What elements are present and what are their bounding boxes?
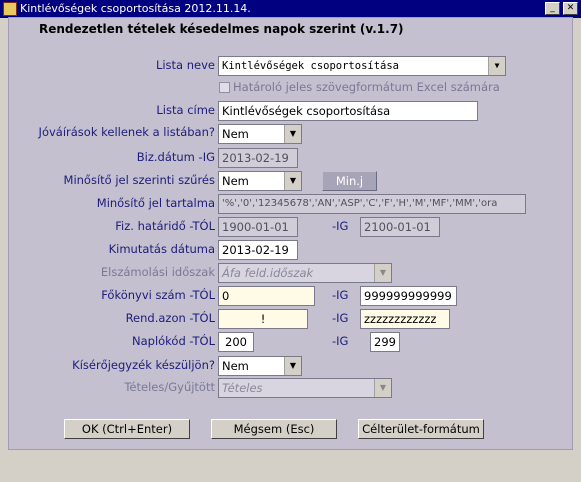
fiz-hatarido-from: 1900-01-01 [218,217,298,237]
minimize-icon[interactable]: _ [545,2,560,15]
fokonyvi-from-input[interactable]: 0 [218,286,315,306]
fiz-hatarido-label: Fiz. határidő -TÓL [115,219,215,233]
kiserojegyzek-select[interactable]: Nem ▼ [218,356,302,376]
rend-azon-to-input[interactable]: zzzzzzzzzzzz [360,309,450,329]
target-format-button[interactable]: Célterület-formátum [358,419,484,439]
teteles-value: Tételes [222,381,263,395]
minosito-szures-value: Nem [222,174,249,188]
app-icon [3,2,17,16]
lista-cime-input[interactable]: Kintlévőségek csoportosítása [218,101,478,121]
teteles-select: Tételes ▼ [218,378,392,398]
cancel-button[interactable]: Mégsem (Esc) [211,419,337,439]
minosito-tartalma-label: Minősítő jel tartalma [96,196,215,210]
app-window: Kintlévőségek csoportosítása 2012.11.14.… [0,0,581,482]
fokonyvi-ig-label: -IG [332,288,349,302]
jovairasok-value: Nem [222,127,249,141]
rend-azon-from-input[interactable]: ! [218,309,308,329]
minosito-tartalma-field: '%','0','12345678','AN','ASP','C','F','H… [218,194,526,214]
chevron-down-icon[interactable]: ▼ [284,125,301,143]
chevron-down-icon[interactable]: ▼ [488,57,505,75]
lista-neve-select[interactable]: Kintlévőségek csoportosítása ▼ [218,56,506,76]
jovairasok-label: Jóváírások kellenek a listában? [38,125,215,139]
teteles-label: Tételes/Gyűjtött [124,380,215,394]
fokonyvi-to-input[interactable]: 999999999999 [360,286,457,306]
chevron-down-icon[interactable]: ▼ [284,357,301,375]
lista-neve-label: Lista neve [155,58,215,72]
elszamolasi-select: Áfa feld.időszak ▼ [218,263,392,283]
elszamolasi-value: Áfa feld.időszak [222,266,314,280]
kiserojegyzek-value: Nem [222,359,249,373]
hatarolo-label: Határoló jeles szövegformátum Excel szám… [233,80,500,94]
elszamolasi-label: Elszámolási időszak [100,265,215,279]
window-title: Kintlévőségek csoportosítása 2012.11.14. [20,2,251,15]
title-bar: Kintlévőségek csoportosítása 2012.11.14.… [0,0,581,18]
kimutatas-datuma-input[interactable]: 2013-02-19 [218,240,298,260]
jovairasok-select[interactable]: Nem ▼ [218,124,302,144]
fiz-hatarido-ig-label: -IG [332,219,349,233]
chevron-down-icon[interactable]: ▼ [284,172,301,190]
naplokod-label: Naplókód -TÓL [132,334,215,348]
min-j-button[interactable]: Min.j [322,171,377,191]
chevron-down-icon: ▼ [374,264,391,282]
kimutatas-datuma-label: Kimutatás dátuma [108,242,215,256]
rend-azon-label: Rend.azon -TÓL [125,311,215,325]
close-icon[interactable]: ✕ [563,2,578,15]
naplokod-ig-label: -IG [332,334,349,348]
minosito-szures-label: Minősítő jel szerinti szűrés [63,173,215,187]
ok-button[interactable]: OK (Ctrl+Enter) [64,419,190,439]
chevron-down-icon: ▼ [374,379,391,397]
biz-datum-label: Biz.dátum -IG [136,150,215,164]
kiserojegyzek-label: Kísérőjegyzék készüljön? [72,358,215,372]
lista-cime-label: Lista címe [156,103,215,117]
form-heading: Rendezetlen tételek késedelmes napok sze… [39,22,404,36]
minosito-szures-select[interactable]: Nem ▼ [218,171,302,191]
lista-neve-value: Kintlévőségek csoportosítása [222,60,400,72]
form-panel: Rendezetlen tételek késedelmes napok sze… [8,17,573,450]
naplokod-from-input[interactable]: 200 [218,332,254,352]
hatarolo-checkbox[interactable] [219,82,230,93]
rend-azon-ig-label: -IG [332,311,349,325]
naplokod-to-input[interactable]: 299 [370,332,400,352]
fiz-hatarido-to: 2100-01-01 [360,217,440,237]
biz-datum-field: 2013-02-19 [218,148,298,168]
fokonyvi-label: Főkönyvi szám -TÓL [101,288,215,302]
